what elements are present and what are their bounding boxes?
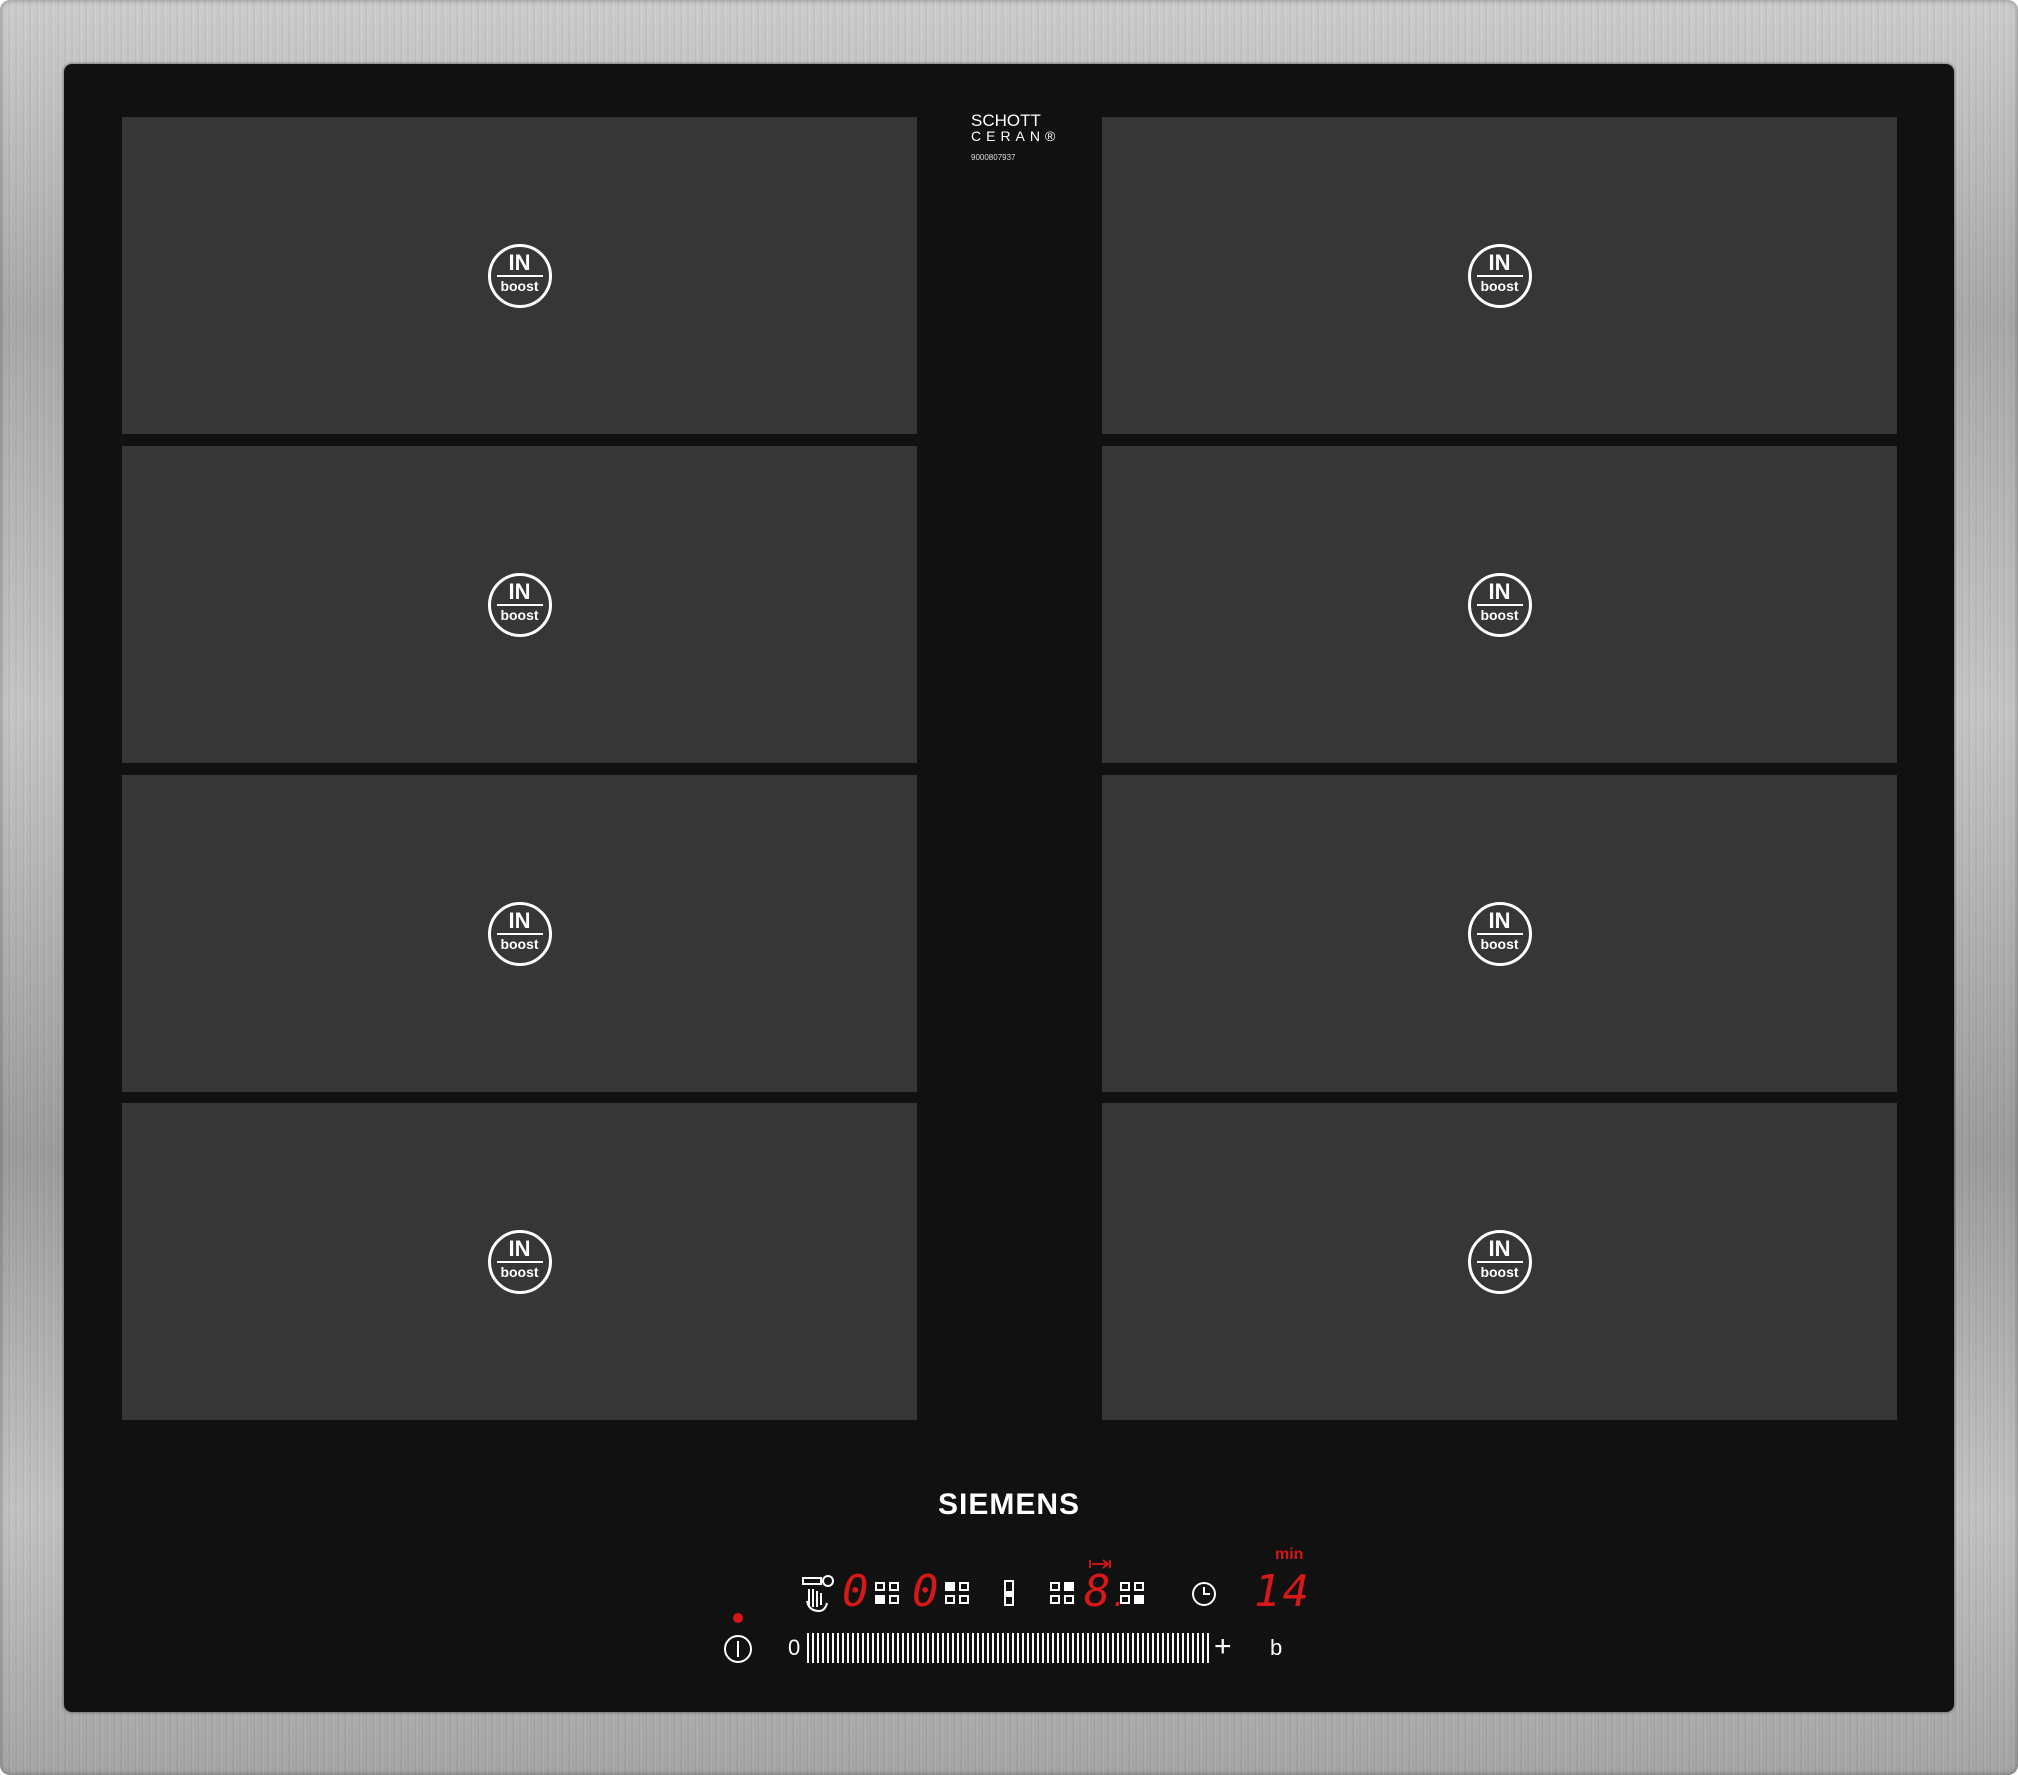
child-lock-icon[interactable] bbox=[801, 1575, 835, 1615]
zone-selector-icon[interactable] bbox=[1120, 1582, 1147, 1607]
cooking-zone-right-4[interactable]: IN boost bbox=[1102, 1103, 1897, 1420]
clock-icon[interactable] bbox=[1190, 1580, 1218, 1608]
cooking-zone-right-1[interactable]: IN boost bbox=[1102, 117, 1897, 434]
brand-logo: SIEMENS bbox=[937, 1488, 1081, 1521]
zone-selector-icon[interactable] bbox=[945, 1582, 972, 1607]
inboost-icon: IN boost bbox=[1467, 1229, 1532, 1294]
boost-button[interactable]: b bbox=[1270, 1635, 1282, 1661]
cooking-zone-left-2[interactable]: IN boost bbox=[122, 446, 917, 763]
schott-ceran-logo: SCHOTT CERAN® 9000807937 bbox=[971, 111, 1061, 162]
cooking-zone-left-4[interactable]: IN boost bbox=[122, 1103, 917, 1420]
cooking-zone-right-3[interactable]: IN boost bbox=[1102, 775, 1897, 1092]
cooking-zone-left-1[interactable]: IN boost bbox=[122, 117, 917, 434]
zone-power-display-right: 0 bbox=[912, 1566, 939, 1617]
inboost-icon: IN boost bbox=[487, 901, 552, 966]
zone-selector-icon[interactable] bbox=[875, 1582, 902, 1607]
power-indicator-light bbox=[733, 1613, 743, 1623]
inboost-icon: IN boost bbox=[1467, 901, 1532, 966]
zone-power-display-left: 0 bbox=[842, 1566, 869, 1617]
inboost-icon: IN boost bbox=[487, 243, 552, 308]
slider-plus-label: + bbox=[1214, 1630, 1232, 1663]
cooking-zone-left-3[interactable]: IN boost bbox=[122, 775, 917, 1092]
power-icon[interactable] bbox=[722, 1633, 754, 1665]
zone-selector-icon[interactable] bbox=[1050, 1582, 1077, 1607]
inboost-icon: IN boost bbox=[1467, 243, 1532, 308]
power-slider[interactable] bbox=[807, 1633, 1209, 1663]
inboost-icon: IN boost bbox=[487, 572, 552, 637]
slider-min-label: 0 bbox=[788, 1635, 801, 1660]
serial-number: 9000807937 bbox=[971, 153, 1016, 162]
timer-unit-label: min bbox=[1275, 1546, 1304, 1563]
inboost-icon: IN boost bbox=[1467, 572, 1532, 637]
flexzone-indicator[interactable] bbox=[1004, 1580, 1014, 1606]
inboost-icon: IN boost bbox=[487, 1229, 552, 1294]
timer-display: 14 bbox=[1254, 1566, 1311, 1617]
cooking-zone-right-2[interactable]: IN boost bbox=[1102, 446, 1897, 763]
